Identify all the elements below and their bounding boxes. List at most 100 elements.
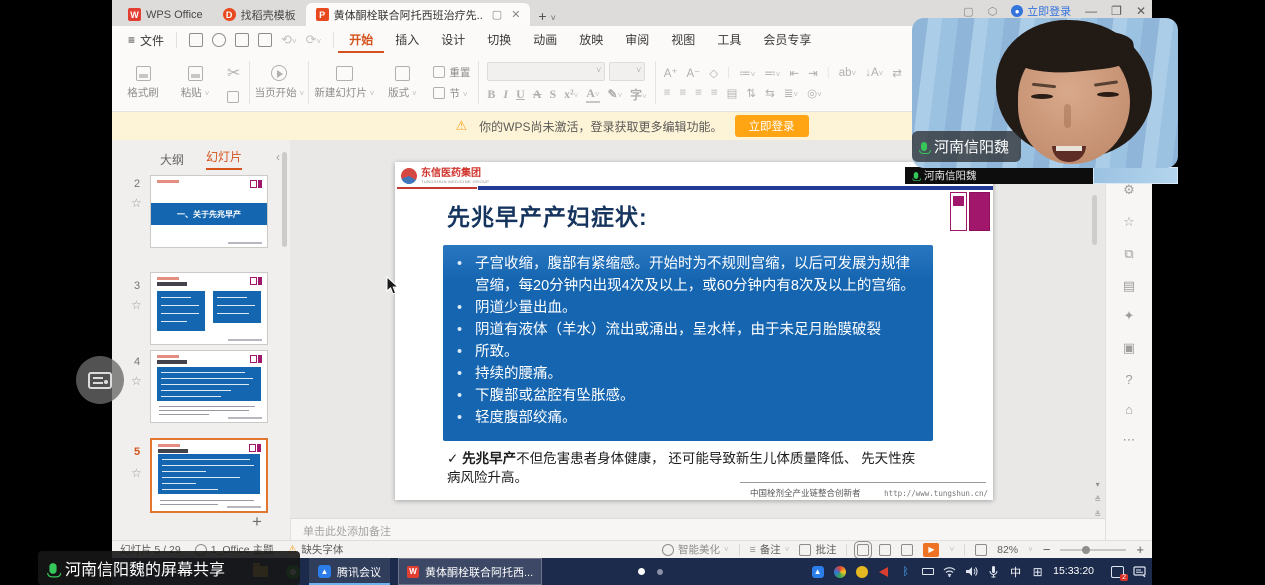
tab-close-icon[interactable]: ✕ xyxy=(511,8,520,21)
line-spacing-icon[interactable]: ↓A˅ xyxy=(865,67,883,79)
maximize-button[interactable]: ❐ xyxy=(1111,4,1122,18)
tab-slides[interactable]: 幻灯片 xyxy=(206,148,242,170)
beautify-wand-icon[interactable]: ✦ xyxy=(1119,306,1139,326)
close-button[interactable]: ✕ xyxy=(1136,4,1146,18)
tab-outline[interactable]: 大纲 xyxy=(160,151,184,168)
bold-button[interactable]: B xyxy=(487,87,495,102)
strikethrough-button[interactable]: A xyxy=(533,87,542,102)
save-icon[interactable] xyxy=(189,33,203,47)
clear-format-icon[interactable]: ◇ xyxy=(709,66,718,80)
action-center-icon[interactable] xyxy=(1133,565,1146,578)
format-painter-button[interactable]: 格式刷 xyxy=(118,58,168,107)
shapes-icon[interactable]: ⧉ xyxy=(1119,244,1139,264)
previous-slide-icon[interactable]: ≙ xyxy=(1094,495,1101,504)
text-direction-icon[interactable]: ab˅ xyxy=(839,67,856,79)
convert-smartart-icon[interactable]: ⇄ xyxy=(892,66,902,80)
taskbar-wps-window[interactable]: W 黄体酮栓联合阿托西... xyxy=(398,558,542,585)
column-spacing-icon[interactable]: ⇆ xyxy=(765,86,775,100)
battery-icon[interactable] xyxy=(921,565,934,578)
touch-keyboard-icon[interactable]: ⊞ xyxy=(1031,565,1044,578)
copy-icon[interactable] xyxy=(227,91,239,103)
media-library-icon[interactable]: ▣ xyxy=(1119,338,1139,358)
collapse-panel-icon[interactable]: ‹ xyxy=(276,150,280,164)
zoom-slider[interactable] xyxy=(1060,549,1126,551)
paragraph-spacing-icon[interactable]: ≣˅ xyxy=(784,86,798,100)
font-increase-icon[interactable]: A⁺ xyxy=(664,66,678,80)
canvas-scrollbar[interactable] xyxy=(1092,195,1097,245)
menu-tab-tools[interactable]: 工具 xyxy=(706,27,752,53)
font-name-select[interactable] xyxy=(487,62,605,81)
print-preview-icon[interactable] xyxy=(258,33,272,47)
menu-tab-transition[interactable]: 切换 xyxy=(476,27,522,53)
reading-view-icon[interactable] xyxy=(901,544,913,556)
notification-icon[interactable]: 2 xyxy=(1111,565,1124,578)
favorites-icon[interactable]: ☆ xyxy=(1119,212,1139,232)
text-box-icon[interactable]: ◎˅ xyxy=(807,86,822,100)
menu-tab-animation[interactable]: 动画 xyxy=(522,27,568,53)
menu-tab-review[interactable]: 审阅 xyxy=(614,27,660,53)
clock[interactable]: 15:33:20 xyxy=(1053,566,1094,577)
smart-beautify-button[interactable]: 智能美化˅ xyxy=(662,542,729,557)
slide-thumbnail-4[interactable] xyxy=(150,350,268,423)
login-button[interactable]: ● 立即登录 xyxy=(1011,3,1071,19)
bluetooth-icon[interactable]: ᛒ xyxy=(899,565,912,578)
align-right-icon[interactable]: ≡ xyxy=(695,87,702,99)
minimize-button[interactable]: — xyxy=(1085,4,1097,18)
tray-coin-icon[interactable] xyxy=(855,565,868,578)
ime-indicator[interactable]: 中 xyxy=(1009,565,1022,578)
skin-icon[interactable]: ⬡ xyxy=(988,5,998,18)
redo-button[interactable]: ⟳˅ xyxy=(306,32,322,48)
comment-button[interactable]: 批注 xyxy=(799,542,836,557)
zoom-level[interactable]: 82% xyxy=(997,544,1018,556)
highlight-button[interactable]: ✎˅ xyxy=(608,87,623,102)
export-icon[interactable] xyxy=(212,33,226,47)
layout-button[interactable]: 版式 ˅ xyxy=(377,58,427,107)
new-slide-button[interactable]: 新建幻灯片 ˅ xyxy=(313,58,375,107)
tab-window-icon[interactable]: ▢ xyxy=(492,8,502,21)
align-justify-icon[interactable]: ≡ xyxy=(711,87,718,99)
text-effects-button[interactable]: 字˅ xyxy=(630,86,647,103)
star-icon[interactable]: ☆ xyxy=(131,298,142,312)
fit-to-window-icon[interactable] xyxy=(975,544,987,556)
notes-pane[interactable]: 单击此处添加备注 xyxy=(290,518,1105,540)
undo-button[interactable]: ⟲˅ xyxy=(281,32,297,48)
zoom-out-button[interactable]: − xyxy=(1043,542,1051,557)
slide-thumbnail-3[interactable] xyxy=(150,272,268,345)
menu-tab-insert[interactable]: 插入 xyxy=(384,27,430,53)
chart-helper-icon[interactable]: ▤ xyxy=(1119,276,1139,296)
tab-docer[interactable]: D 找稻壳模板 xyxy=(213,3,306,26)
print-icon[interactable] xyxy=(235,33,249,47)
menu-tab-slideshow[interactable]: 放映 xyxy=(568,27,614,53)
tab-document[interactable]: P 黄体酮栓联合阿托西班治疗先.. ▢ ✕ xyxy=(306,3,531,26)
menu-tab-view[interactable]: 视图 xyxy=(660,27,706,53)
skin-center-icon[interactable]: ⌂ xyxy=(1119,400,1139,420)
row-spacing-icon[interactable]: ⇅ xyxy=(746,86,756,100)
superscript-button[interactable]: x²˅ xyxy=(564,87,578,102)
star-icon[interactable]: ☆ xyxy=(131,196,142,210)
slide-thumbnail-5-selected[interactable] xyxy=(150,438,268,513)
scroll-down-icon[interactable]: ▾ xyxy=(1094,480,1101,489)
tray-media-icon[interactable] xyxy=(877,565,890,578)
help-icon[interactable]: ? xyxy=(1119,370,1139,390)
align-center-icon[interactable]: ≡ xyxy=(679,87,686,99)
slide-sorter-view-icon[interactable] xyxy=(879,544,891,556)
add-slide-button[interactable]: + xyxy=(252,512,262,532)
taskbar-tencent-meeting[interactable]: ▲ 腾讯会议 xyxy=(309,558,390,585)
normal-view-icon[interactable] xyxy=(857,544,869,556)
current-slide[interactable]: 东信医药集团 TUNGSHUN MEDICINE GROUP 先兆早产产妇症状:… xyxy=(395,162,993,500)
align-left-icon[interactable]: ≡ xyxy=(664,87,671,99)
slide-canvas[interactable]: 东信医药集团 TUNGSHUN MEDICINE GROUP 先兆早产产妇症状:… xyxy=(290,140,1105,518)
slide-thumbnail-2[interactable]: 一、关于先兆早产 xyxy=(150,175,268,248)
tray-mic-icon[interactable] xyxy=(987,565,1000,578)
indent-increase-icon[interactable]: ⇥ xyxy=(808,66,818,80)
warning-login-button[interactable]: 立即登录 xyxy=(735,115,809,137)
tray-meeting-icon[interactable]: ▲ xyxy=(811,565,824,578)
play-from-page-button[interactable]: 当页开始 ˅ xyxy=(254,58,304,107)
layout-mode-icon[interactable]: ▢ xyxy=(963,5,973,18)
cut-icon[interactable]: ✂ xyxy=(227,63,240,83)
font-size-select[interactable] xyxy=(609,62,645,81)
menu-tab-home[interactable]: 开始 xyxy=(338,27,384,53)
paste-button[interactable]: 粘贴 ˅ xyxy=(170,58,220,107)
webcam-overlay[interactable]: 河南信阳魏 xyxy=(912,18,1178,168)
number-list-icon[interactable]: ≕˅ xyxy=(764,66,780,80)
